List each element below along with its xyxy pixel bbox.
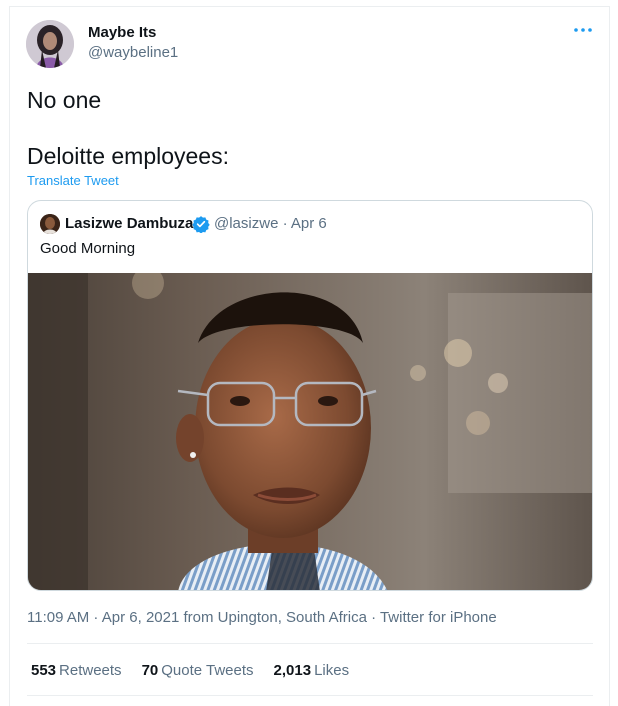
quoted-author-name[interactable]: Lasizwe Dambuza bbox=[65, 215, 193, 232]
tweet-stats: 553 Retweets 70 Quote Tweets 2,013 Likes bbox=[31, 662, 369, 679]
retweets-label: Retweets bbox=[59, 662, 122, 679]
author-handle[interactable]: @waybeline1 bbox=[88, 44, 178, 61]
retweets-stat[interactable]: 553 Retweets bbox=[31, 662, 122, 679]
translate-tweet-link[interactable]: Translate Tweet bbox=[27, 173, 119, 188]
quoted-text: Good Morning bbox=[40, 240, 136, 257]
author-name[interactable]: Maybe Its bbox=[88, 24, 156, 41]
tweet-timestamp[interactable]: 11:09 AM · Apr 6, 2021 from Upington, So… bbox=[27, 609, 497, 626]
quotes-label: Quote Tweets bbox=[161, 662, 254, 679]
quoted-avatar[interactable] bbox=[40, 214, 60, 234]
quote-tweets-stat[interactable]: 70 Quote Tweets bbox=[142, 662, 254, 679]
quotes-count: 70 bbox=[141, 662, 159, 679]
divider bbox=[27, 643, 593, 644]
tweet-text-line1: No one bbox=[27, 87, 102, 113]
likes-stat[interactable]: 2,013 Likes bbox=[274, 662, 350, 679]
divider bbox=[27, 695, 593, 696]
quoted-tweet[interactable]: Lasizwe Dambuza @lasizwe · Apr 6 Good Mo… bbox=[27, 200, 593, 591]
likes-label: Likes bbox=[314, 662, 350, 679]
avatar[interactable] bbox=[26, 20, 74, 68]
quoted-photo[interactable] bbox=[28, 273, 592, 590]
likes-count: 2,013 bbox=[273, 662, 312, 679]
quoted-handle-date[interactable]: @lasizwe · Apr 6 bbox=[214, 215, 327, 232]
retweets-count: 553 bbox=[31, 662, 57, 679]
tweet-text-line2: Deloitte employees: bbox=[27, 143, 229, 169]
more-horizontal-icon[interactable] bbox=[572, 22, 594, 38]
verified-badge-icon bbox=[192, 215, 210, 234]
